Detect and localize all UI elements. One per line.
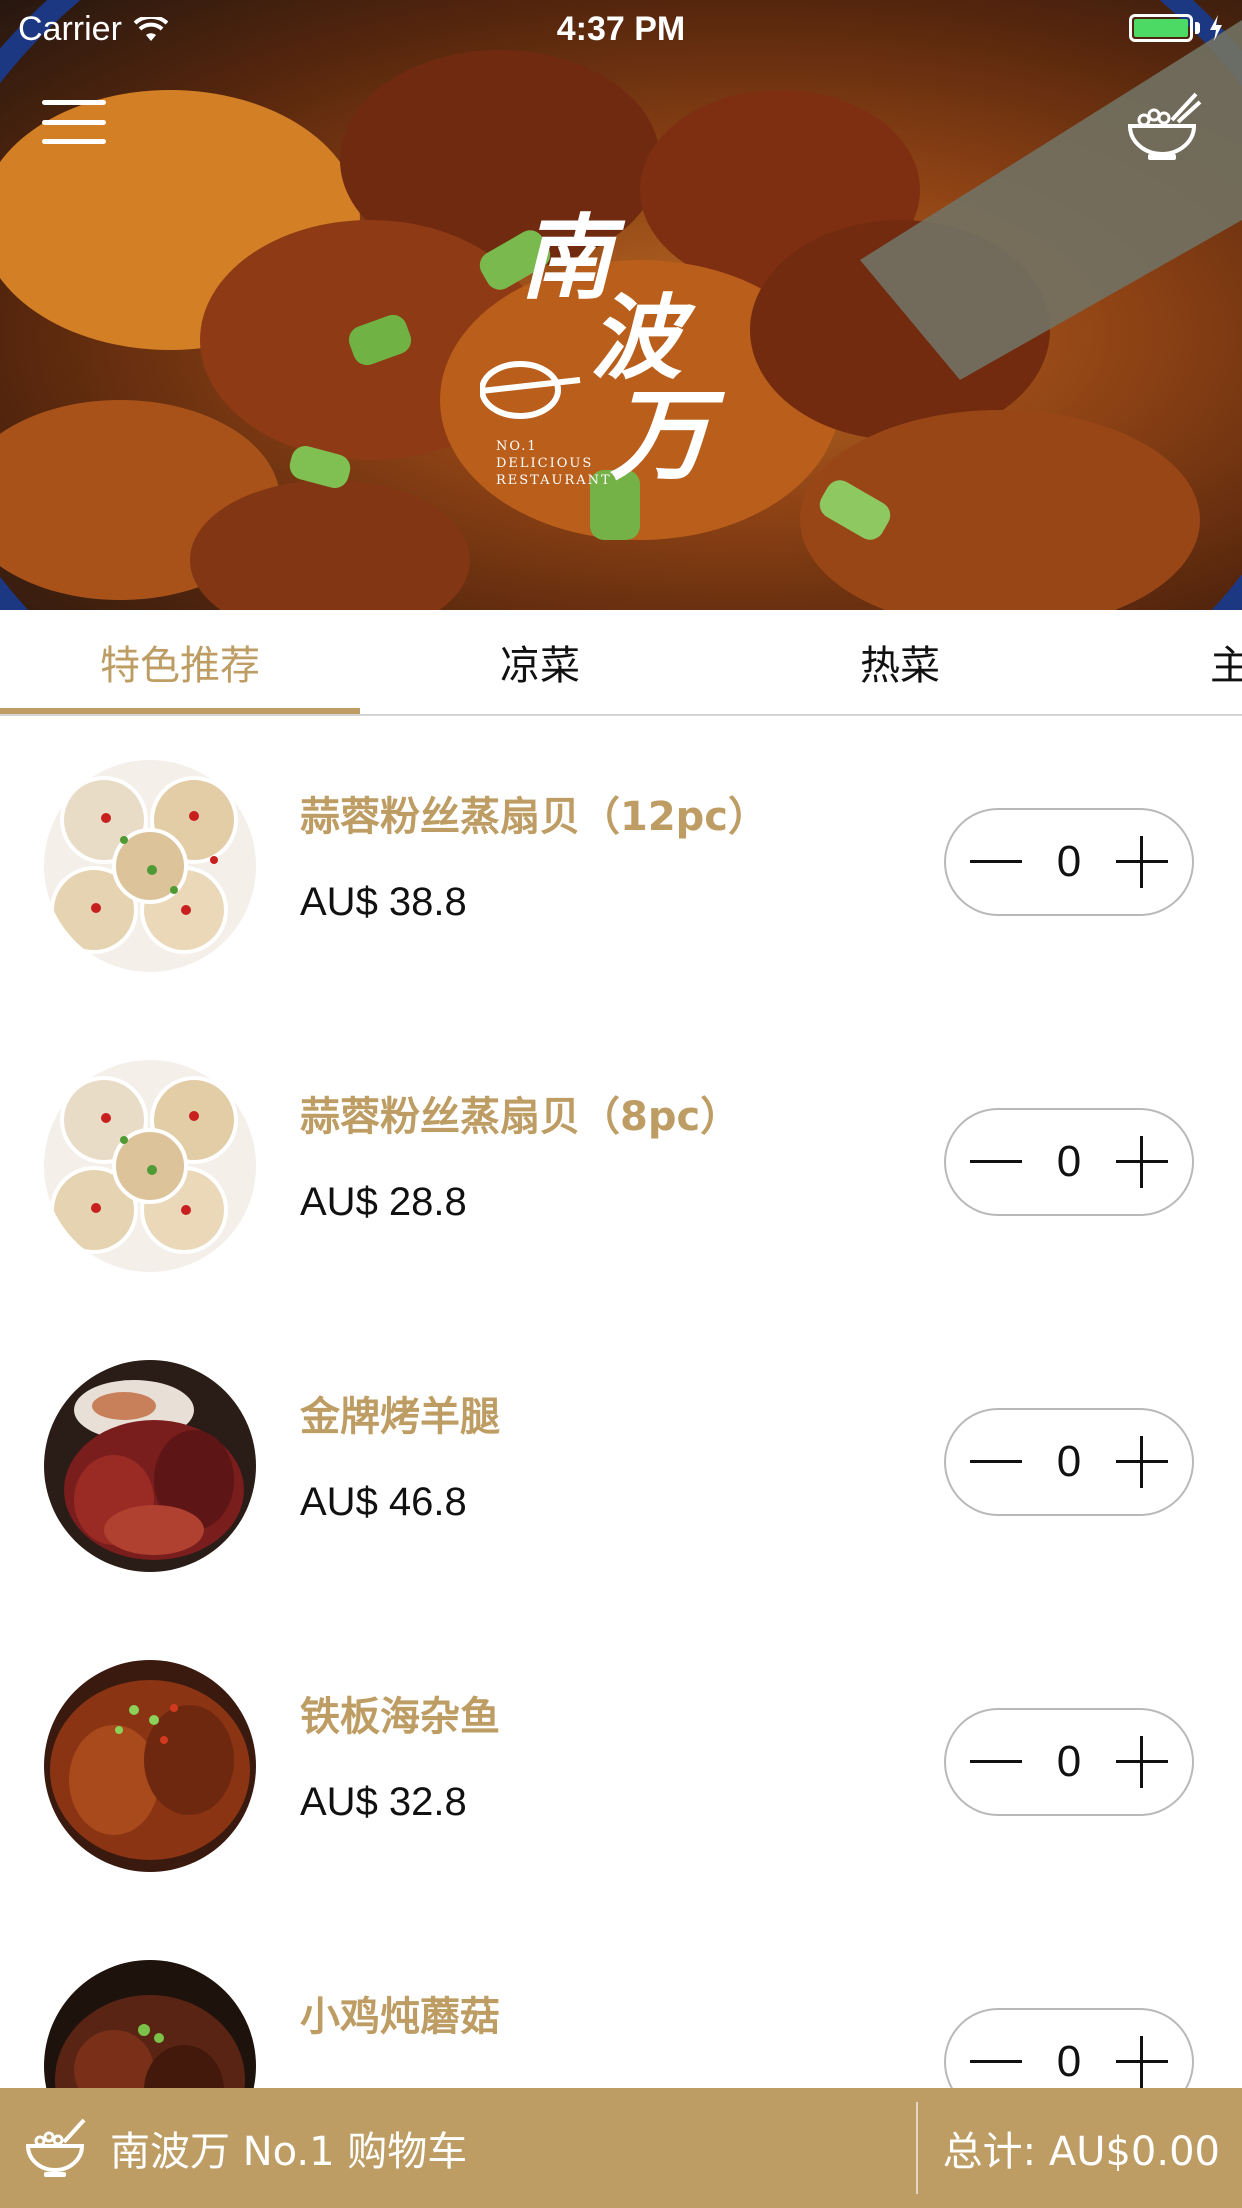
dish-photo (44, 1360, 256, 1572)
hero-banner: Carrier 4:37 PM 南 波 万 NO.1 DELICIOUS RES… (0, 0, 1242, 610)
status-time: 4:37 PM (556, 10, 686, 48)
quantity-stepper: 0 (944, 2008, 1194, 2088)
tab-hot-dishes[interactable]: 热菜 (720, 610, 1080, 714)
decrease-quantity-button[interactable] (970, 1736, 1022, 1788)
svg-text:NO.1: NO.1 (496, 439, 538, 454)
menu-item: 金牌烤羊腿 AU$ 46.8 0 (0, 1316, 1242, 1616)
svg-text:DELICIOUS: DELICIOUS (496, 456, 593, 471)
rice-bowl-button[interactable] (1122, 88, 1202, 168)
cart-divider (916, 2102, 918, 2194)
dish-photo (44, 1960, 256, 2088)
dish-photo (44, 1060, 256, 1272)
restaurant-logo: 南 波 万 NO.1 DELICIOUS RESTAURANT (471, 180, 770, 500)
cart-bar: 南波万 No.1 购物车 总计: AU$0.00 (0, 2088, 1242, 2208)
increase-quantity-button[interactable] (1115, 1736, 1168, 1788)
dish-photo (44, 760, 256, 972)
dish-price: AU$ 46.8 (300, 1480, 467, 1524)
status-bar: Carrier 4:37 PM (0, 0, 1242, 60)
rice-bowl-icon (1127, 92, 1202, 160)
tab-featured[interactable]: 特色推荐 (0, 610, 360, 714)
menu-item: 小鸡炖蘑菇 0 (0, 1916, 1242, 2088)
increase-quantity-button[interactable] (1115, 836, 1168, 888)
quantity-value: 0 (1056, 2037, 1082, 2086)
dish-price: AU$ 32.8 (300, 1780, 467, 1824)
dish-photo (44, 1660, 256, 1872)
menu-icon-bar (42, 119, 106, 125)
quantity-stepper: 0 (944, 808, 1194, 916)
svg-text:RESTAURANT: RESTAURANT (496, 473, 612, 488)
tab-mains[interactable]: 主 (1080, 610, 1242, 714)
decrease-quantity-button[interactable] (970, 1436, 1022, 1488)
quantity-stepper: 0 (944, 1708, 1194, 1816)
quantity-value: 0 (1056, 837, 1082, 886)
dish-price: AU$ 38.8 (300, 880, 467, 924)
battery-icon (1129, 14, 1193, 42)
quantity-value: 0 (1056, 1437, 1082, 1486)
dish-price: AU$ 28.8 (300, 1180, 467, 1224)
menu-item: 铁板海杂鱼 AU$ 32.8 0 (0, 1616, 1242, 1916)
battery-indicator (1129, 14, 1224, 42)
rice-bowl-cart-icon[interactable] (22, 2116, 88, 2182)
quantity-value: 0 (1056, 1737, 1082, 1786)
svg-text:万: 万 (610, 376, 726, 494)
cart-label[interactable]: 南波万 No.1 购物车 (110, 2088, 467, 2208)
dish-name: 小鸡炖蘑菇 (300, 1994, 500, 2040)
quantity-value: 0 (1056, 1137, 1082, 1186)
menu-item: 蒜蓉粉丝蒸扇贝（12pc） AU$ 38.8 0 (0, 716, 1242, 1016)
increase-quantity-button[interactable] (1115, 2036, 1168, 2088)
increase-quantity-button[interactable] (1115, 1136, 1168, 1188)
quantity-stepper: 0 (944, 1108, 1194, 1216)
menu-list: 蒜蓉粉丝蒸扇贝（12pc） AU$ 38.8 0 蒜蓉粉丝蒸扇贝（8pc） AU… (0, 716, 1242, 2088)
active-tab-indicator (0, 708, 360, 714)
dish-name: 蒜蓉粉丝蒸扇贝（12pc） (300, 794, 769, 840)
menu-icon-bar (42, 100, 106, 105)
menu-button[interactable] (42, 100, 106, 144)
dish-name: 蒜蓉粉丝蒸扇贝（8pc） (300, 1094, 741, 1140)
decrease-quantity-button[interactable] (970, 836, 1022, 888)
restaurant-logo-mark: 南 波 万 NO.1 DELICIOUS RESTAURANT (471, 204, 726, 494)
decrease-quantity-button[interactable] (970, 1136, 1022, 1188)
menu-icon-bar (42, 139, 106, 144)
dish-name: 铁板海杂鱼 (300, 1694, 500, 1740)
dish-name: 金牌烤羊腿 (300, 1394, 500, 1440)
tab-cold-dishes[interactable]: 凉菜 (360, 610, 720, 714)
menu-item: 蒜蓉粉丝蒸扇贝（8pc） AU$ 28.8 0 (0, 1016, 1242, 1316)
decrease-quantity-button[interactable] (970, 2036, 1022, 2088)
charging-bolt-icon (1210, 15, 1222, 41)
increase-quantity-button[interactable] (1115, 1436, 1168, 1488)
category-tabs: 特色推荐 凉菜 热菜 主 (0, 610, 1242, 716)
cart-total: 总计: AU$0.00 (942, 2129, 1220, 2175)
quantity-stepper: 0 (944, 1408, 1194, 1516)
